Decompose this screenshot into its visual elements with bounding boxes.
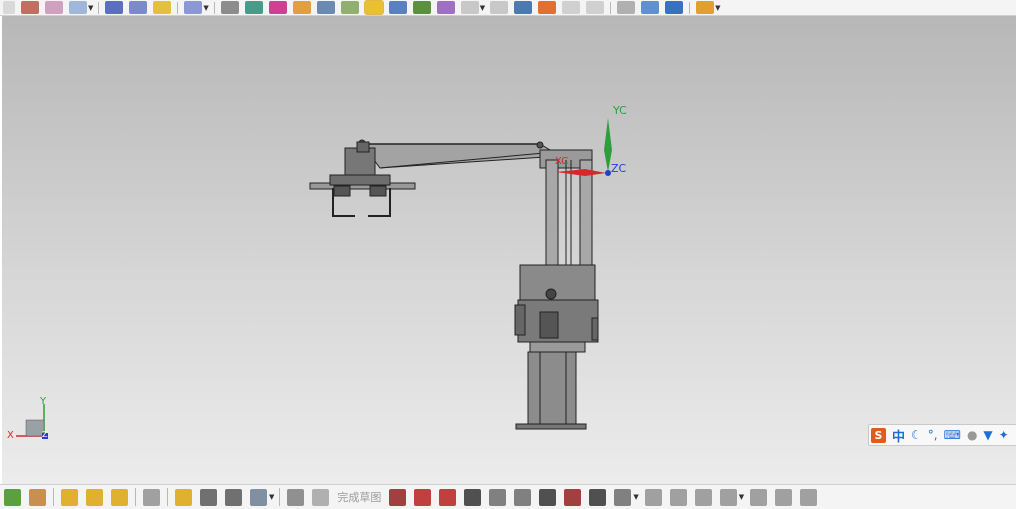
fillet-icon[interactable] (489, 488, 507, 506)
circle-icon[interactable] (464, 488, 482, 506)
assembly-icon[interactable] (61, 488, 78, 506)
toolbar-separator (610, 1, 612, 14)
top-toolbar: ▼ ▼ ▼ ▼ (0, 0, 1016, 16)
joint-icon[interactable] (225, 488, 242, 506)
profile-icon[interactable] (389, 488, 407, 506)
parallel-icon[interactable] (750, 488, 768, 506)
ime-mode-toggle[interactable]: 中 (892, 426, 905, 445)
chevron-down-icon[interactable]: ▼ (269, 493, 274, 501)
toolbar-separator (53, 488, 54, 506)
chevron-down-icon[interactable]: ▼ (633, 493, 638, 501)
wcs-zc-label: ZC (611, 162, 627, 175)
arc-icon[interactable] (439, 488, 457, 506)
chevron-down-icon[interactable]: ▼ (715, 4, 720, 12)
toolbar-separator (167, 488, 168, 506)
chain-icon[interactable] (175, 488, 192, 506)
toolbar-separator (213, 1, 215, 14)
polygon-icon[interactable] (564, 488, 582, 506)
image-icon[interactable] (538, 1, 557, 14)
material-icon[interactable] (292, 1, 311, 14)
sheet-icon[interactable] (562, 1, 581, 14)
moon-icon[interactable]: ☾ (911, 428, 922, 442)
spring-icon[interactable] (129, 1, 148, 14)
shaded-view-icon[interactable] (316, 1, 335, 14)
extrude-icon[interactable] (45, 1, 63, 14)
triad-y-label: Y (40, 396, 47, 407)
constraint-icon[interactable] (29, 488, 46, 506)
bottom-toolbar: ▼ 完成草图 ▼ ▼ (0, 484, 1016, 509)
shape-icon[interactable] (614, 488, 632, 506)
wireframe-icon[interactable] (340, 1, 359, 14)
chamfer-icon[interactable] (514, 488, 532, 506)
graphics-viewport[interactable]: YC ZC XC Y X Z (2, 16, 1016, 484)
offset-icon[interactable] (694, 488, 712, 506)
shirt-icon[interactable]: ▼ (983, 428, 992, 442)
toolbar-separator (689, 1, 691, 14)
cube-view-icon[interactable] (143, 488, 160, 506)
line-icon[interactable] (414, 488, 432, 506)
settings-icon[interactable]: ✦ (999, 428, 1009, 442)
user-icon[interactable]: ● (967, 428, 977, 442)
link-icon[interactable] (200, 488, 217, 506)
measure-icon[interactable] (244, 1, 263, 14)
angle-icon[interactable] (800, 488, 818, 506)
chevron-down-icon[interactable]: ▼ (88, 4, 93, 12)
robot-model[interactable] (2, 16, 1016, 484)
component-icon[interactable] (86, 488, 103, 506)
chevron-down-icon[interactable]: ▼ (739, 493, 744, 501)
folder-icon[interactable] (696, 1, 715, 14)
chevron-down-icon[interactable]: ▼ (480, 4, 485, 12)
triad-x-label: X (7, 430, 14, 441)
section-icon[interactable] (514, 1, 533, 14)
paint-icon[interactable] (268, 1, 287, 14)
toolbar-separator (98, 1, 100, 14)
helix-icon[interactable] (184, 1, 203, 14)
section-view-icon[interactable] (250, 488, 267, 506)
print-icon[interactable] (220, 1, 239, 14)
mirror-icon[interactable] (719, 488, 737, 506)
wcs-xc-label: XC (555, 156, 569, 167)
plus-icon[interactable] (589, 488, 607, 506)
toolbar-separator (135, 488, 136, 506)
view-cube-icon[interactable] (460, 1, 479, 14)
dimension-icon[interactable] (775, 488, 793, 506)
box-view-icon[interactable] (586, 1, 605, 14)
spline-icon[interactable] (21, 1, 39, 14)
render-icon[interactable] (412, 1, 431, 14)
point-icon[interactable] (3, 1, 15, 14)
triad-z-label: Z (42, 430, 48, 439)
cylinder-icon[interactable] (105, 1, 124, 14)
layer-icon[interactable] (490, 1, 509, 14)
coil-icon[interactable] (153, 1, 172, 14)
ime-logo[interactable]: S (871, 427, 886, 443)
trim-icon[interactable] (644, 488, 662, 506)
render-scene-icon[interactable] (665, 1, 684, 14)
shaded-box-icon[interactable] (363, 0, 384, 15)
extend-icon[interactable] (669, 488, 687, 506)
ime-toolbar[interactable]: S 中 ☾ °, ⌨ ● ▼ ✦ (868, 424, 1016, 446)
toolbar-separator (279, 488, 281, 506)
rectangle-icon[interactable] (539, 488, 557, 506)
sketch-finish-icon[interactable] (287, 488, 305, 506)
toolbar-separator (177, 1, 179, 14)
chevron-down-icon[interactable]: ▼ (203, 4, 208, 12)
revolve-icon[interactable] (69, 1, 87, 14)
fit-icon[interactable] (617, 1, 636, 14)
finish-sketch-button[interactable]: 完成草图 (337, 489, 381, 505)
texture-icon[interactable] (436, 1, 455, 14)
sketch-icon[interactable] (4, 488, 21, 506)
keyboard-icon[interactable]: ⌨ (944, 428, 961, 442)
part-icon[interactable] (111, 488, 128, 506)
flag-icon[interactable] (312, 488, 330, 506)
punctuation-icon[interactable]: °, (928, 428, 938, 442)
orient-icon[interactable] (641, 1, 660, 14)
wcs-yc-label: YC (613, 104, 627, 117)
cylinder-view-icon[interactable] (388, 1, 407, 14)
